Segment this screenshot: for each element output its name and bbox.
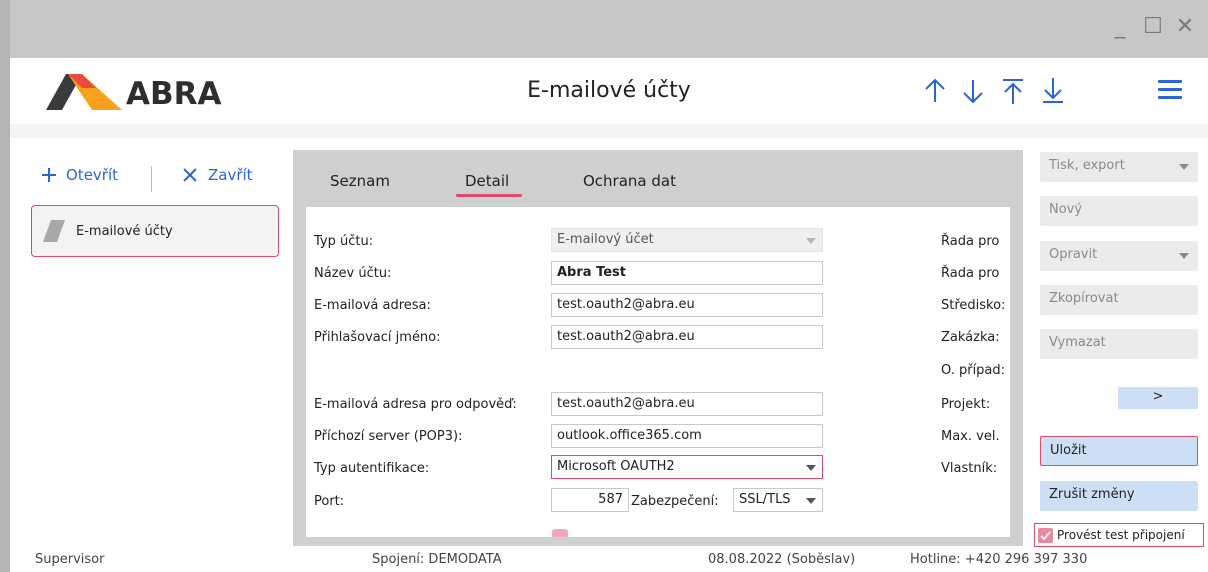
copy-button[interactable]: Zkopírovat [1040,285,1198,315]
open-button[interactable]: Otevřít [40,166,118,184]
close-button-label: Zavřít [208,166,253,184]
nav-item-email-accounts[interactable]: E-mailové účty [31,205,279,257]
tab-seznam[interactable]: Seznam [330,172,390,190]
account-name-label: Název účtu: [314,266,392,281]
tab-detail[interactable]: Detail [465,172,509,190]
detail-form: Typ účtu: E-mailový účet Název účtu: Abr… [306,207,1010,537]
tab-ochrana-dat[interactable]: Ochrana dat [583,172,676,190]
close-icon [183,168,197,182]
reply-email-label: E-mailová adresa pro odpověď: [314,397,517,412]
new-button[interactable]: Nový [1040,196,1198,226]
project-label: Projekt: [941,397,991,412]
plus-icon [42,168,56,182]
title-bar: _ ☐ ✕ [10,0,1208,58]
cost-center-label: Středisko: [941,298,1006,313]
max-size-label: Max. vel. [941,429,1000,444]
arrow-down-icon[interactable] [958,76,988,106]
arrow-up-icon[interactable] [920,76,950,106]
auth-type-label: Typ autentifikace: [314,461,430,476]
account-name-input[interactable]: Abra Test [551,261,823,285]
account-type-label: Typ účtu: [314,234,374,249]
arrow-to-top-icon[interactable] [998,76,1028,106]
header-divider [10,124,1208,138]
app-header: ABRA E-mailové účty [10,58,1208,124]
action-panel: Tisk, export Nový Opravit Zkopírovat Vym… [1030,138,1208,548]
nav-item-label: E-mailové účty [76,224,173,239]
series-label-1: Řada pro [941,234,1000,249]
business-case-label: O. případ: [941,363,1006,378]
order-label: Zakázka: [941,330,1000,345]
page-title: E-mailové účty [527,78,691,103]
security-label: Zabezpečení: [631,494,719,509]
edit-button[interactable]: Opravit [1040,241,1198,271]
reply-email-input[interactable]: test.oauth2@abra.eu [551,392,823,416]
status-hotline: Hotline: +420 296 397 330 [910,552,1088,567]
test-connection-label: Provést test připojení [1057,528,1185,542]
checkbox-checked-icon [1038,527,1053,543]
partial-checkbox[interactable] [552,529,568,537]
port-input[interactable]: 587 [551,488,629,512]
incoming-server-input[interactable]: outlook.office365.com [551,424,823,448]
status-connection: Spojení: DEMODATA [372,552,502,567]
arrow-to-bottom-icon[interactable] [1038,76,1068,106]
cancel-changes-button[interactable]: Zrušit změny [1040,481,1198,511]
open-button-label: Otevřít [66,166,119,184]
detail-panel: Seznam Detail Ochrana dat Typ účtu: E-ma… [293,150,1023,546]
save-button[interactable]: Uložit [1040,436,1198,466]
test-connection-checkbox[interactable]: Provést test připojení [1034,523,1204,547]
status-bar: Supervisor Spojení: DEMODATA 08.08.2022 … [10,548,1208,572]
status-date: 08.08.2022 (Soběslav) [708,552,856,567]
minimize-button[interactable]: _ [1107,14,1133,40]
print-export-button[interactable]: Tisk, export [1040,152,1198,182]
email-address-input[interactable]: test.oauth2@abra.eu [551,293,823,317]
login-label: Přihlašovací jméno: [314,330,441,345]
window-left-edge [0,0,10,572]
series-label-2: Řada pro [941,266,1000,281]
owner-label: Vlastník: [941,461,998,476]
close-button[interactable]: Zavřít [182,166,253,184]
account-type-select: E-mailový účet [551,228,823,252]
auth-type-select[interactable]: Microsoft OAUTH2 [551,455,823,479]
toolbar-separator [151,166,152,192]
more-button[interactable]: > [1118,387,1198,409]
close-window-button[interactable]: ✕ [1172,14,1198,40]
document-icon [43,220,65,242]
delete-button[interactable]: Vymazat [1040,329,1198,359]
port-label: Port: [314,494,345,509]
maximize-button[interactable]: ☐ [1140,14,1166,40]
incoming-server-label: Příchozí server (POP3): [314,429,463,444]
status-user: Supervisor [35,552,105,567]
security-select[interactable]: SSL/TLS [733,488,823,512]
hamburger-menu-icon[interactable] [1158,80,1182,100]
active-tab-indicator [456,194,522,197]
email-address-label: E-mailová adresa: [314,298,431,313]
left-panel: Otevřít Zavřít E-mailové účty [10,138,285,548]
login-input[interactable]: test.oauth2@abra.eu [551,325,823,349]
